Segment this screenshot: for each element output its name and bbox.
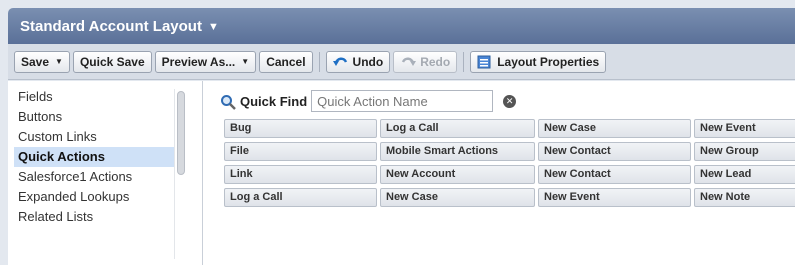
quick-find-label: Quick Find xyxy=(240,93,308,109)
layout-properties-button[interactable]: Layout Properties xyxy=(470,50,607,73)
category-item-expanded-lookups[interactable]: Expanded Lookups xyxy=(14,187,174,207)
action-item[interactable]: File xyxy=(224,142,377,161)
quick-save-button[interactable]: Quick Save xyxy=(72,50,152,73)
redo-icon xyxy=(400,55,417,69)
category-item-salesforce1-actions[interactable]: Salesforce1 Actions xyxy=(14,167,174,187)
actions-grid: Bug Log a Call New Case New Event File M… xyxy=(224,119,795,207)
quick-find-input[interactable] xyxy=(311,90,494,112)
preview-as-button[interactable]: Preview As... ▼ xyxy=(154,50,257,73)
action-item[interactable]: New Note xyxy=(694,188,795,207)
save-button-label: Save xyxy=(21,54,50,69)
action-item[interactable]: Mobile Smart Actions xyxy=(380,142,535,161)
palette: Fields Buttons Custom Links Quick Action… xyxy=(8,81,795,265)
redo-button[interactable]: Redo xyxy=(393,50,458,73)
palette-items-pane: Quick Find ✕ Bug Log a Call New Case New… xyxy=(204,81,795,265)
action-item[interactable]: New Lead xyxy=(694,165,795,184)
action-item[interactable]: New Event xyxy=(538,188,691,207)
action-item[interactable]: New Case xyxy=(538,119,691,138)
action-item[interactable]: New Event xyxy=(694,119,795,138)
layout-properties-label: Layout Properties xyxy=(497,54,600,69)
redo-label: Redo xyxy=(420,54,451,69)
action-item[interactable]: Link xyxy=(224,165,377,184)
scrollbar-thumb[interactable] xyxy=(177,91,185,175)
toolbar: Save ▼ Quick Save Preview As... ▼ Cancel… xyxy=(8,44,795,80)
action-item[interactable]: Log a Call xyxy=(380,119,535,138)
category-item-custom-links[interactable]: Custom Links xyxy=(14,127,174,147)
action-item[interactable]: Bug xyxy=(224,119,377,138)
quick-save-label: Quick Save xyxy=(79,54,145,69)
clear-icon[interactable]: ✕ xyxy=(503,94,517,108)
chevron-down-icon: ▼ xyxy=(241,57,250,66)
cancel-label: Cancel xyxy=(266,54,306,69)
action-item[interactable]: Log a Call xyxy=(224,188,377,207)
category-item-related-lists[interactable]: Related Lists xyxy=(14,207,174,227)
magnifier-icon xyxy=(220,94,236,110)
toolbar-divider xyxy=(463,51,465,72)
undo-icon xyxy=(332,55,349,69)
action-item[interactable]: New Contact xyxy=(538,142,691,161)
chevron-down-icon[interactable]: ▼ xyxy=(208,21,219,33)
chevron-down-icon: ▼ xyxy=(55,57,63,66)
category-scrollbar[interactable] xyxy=(174,89,186,259)
undo-button[interactable]: Undo xyxy=(325,50,391,73)
quick-find: Quick Find ✕ xyxy=(220,89,517,113)
preview-as-label: Preview As... xyxy=(161,54,236,69)
layout-title[interactable]: Standard Account Layout xyxy=(20,18,202,35)
category-list: Fields Buttons Custom Links Quick Action… xyxy=(14,87,174,227)
toolbar-divider xyxy=(318,51,320,72)
category-item-buttons[interactable]: Buttons xyxy=(14,107,174,127)
palette-category-pane: Fields Buttons Custom Links Quick Action… xyxy=(8,81,203,265)
cancel-button[interactable]: Cancel xyxy=(259,50,313,73)
action-item[interactable]: New Case xyxy=(380,188,535,207)
action-item[interactable]: New Contact xyxy=(538,165,691,184)
undo-label: Undo xyxy=(352,54,384,69)
page-layout-editor: Standard Account Layout ▼ Save ▼ Quick S… xyxy=(0,0,795,265)
layout-header: Standard Account Layout ▼ xyxy=(8,8,795,44)
category-item-quick-actions[interactable]: Quick Actions xyxy=(14,147,174,167)
save-button[interactable]: Save ▼ xyxy=(14,50,70,73)
action-item[interactable]: New Account xyxy=(380,165,535,184)
category-item-fields[interactable]: Fields xyxy=(14,87,174,107)
action-item[interactable]: New Group xyxy=(694,142,795,161)
layout-properties-icon xyxy=(477,55,493,69)
